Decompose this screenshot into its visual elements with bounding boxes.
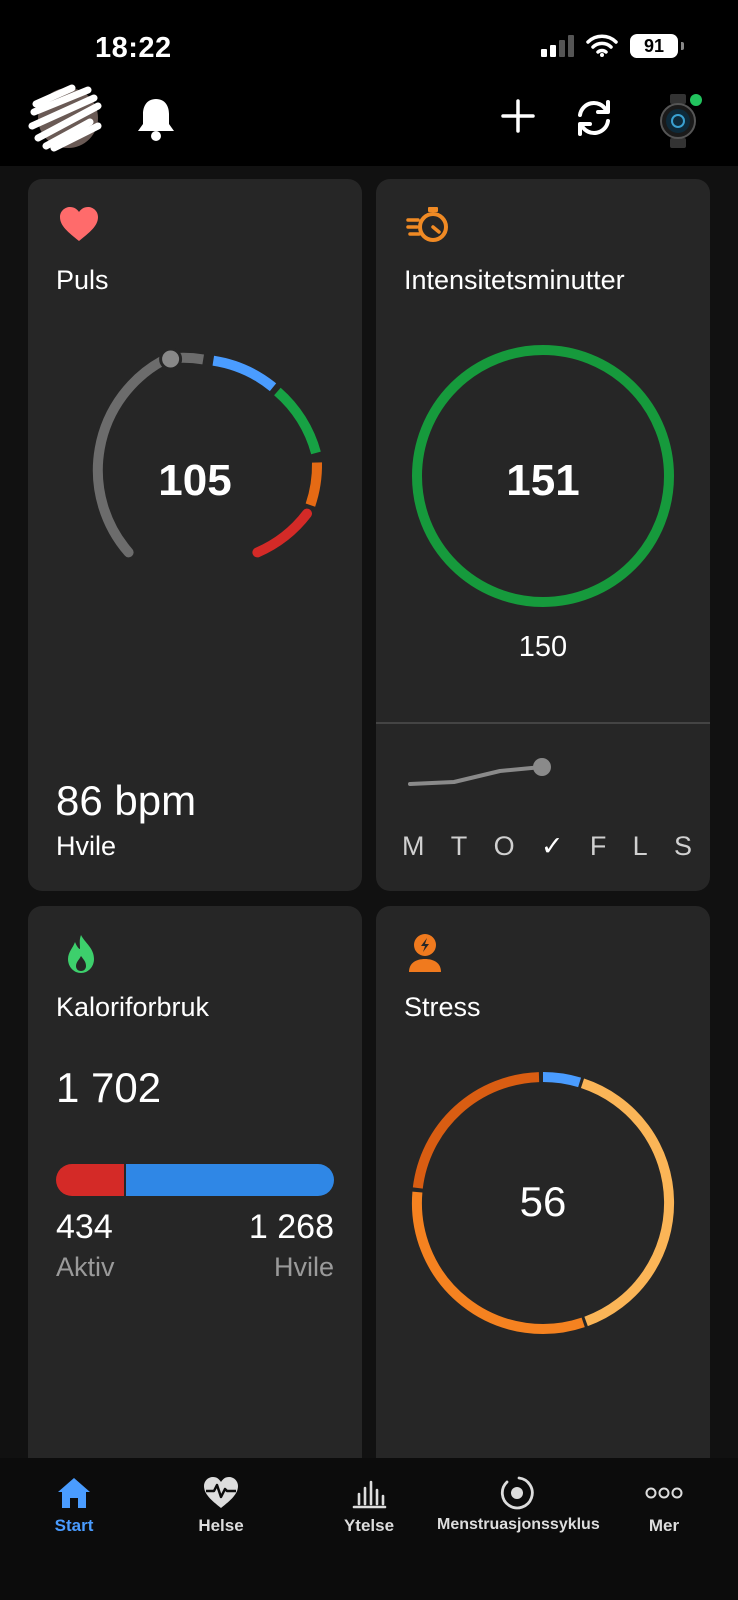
tab-label: Start	[54, 1516, 94, 1535]
pulse-card[interactable]: Puls 105 86 bpm Hvile	[28, 179, 362, 891]
intensity-title: Intensitetsminutter	[404, 265, 625, 295]
calories-rest-label: Hvile	[273, 1252, 334, 1282]
tab-mer[interactable]: Mer	[594, 1476, 734, 1536]
cycle-icon	[500, 1476, 534, 1510]
tab-label: Menstruasjonssyklus	[437, 1516, 600, 1533]
weekday-label: L	[632, 831, 648, 861]
tab-start[interactable]: Start	[4, 1476, 144, 1536]
stress-title: Stress	[404, 992, 481, 1022]
weekday-row: M T O ✓ F L S	[402, 831, 692, 862]
tab-label: Mer	[648, 1516, 680, 1535]
tab-ytelse[interactable]: Ytelse	[299, 1476, 439, 1536]
calories-active-value: 434	[56, 1208, 113, 1246]
heart-pulse-icon	[204, 1477, 238, 1508]
calories-title: Kaloriforbruk	[56, 992, 210, 1022]
stress-card[interactable]: Stress 56	[376, 906, 710, 1458]
calories-rest-segment	[126, 1164, 334, 1196]
calories-total: 1 702	[56, 1064, 162, 1111]
status-time: 18:22	[95, 32, 172, 64]
avatar[interactable]	[28, 82, 102, 154]
resting-pulse-value: 86 bpm	[56, 777, 197, 824]
more-icon	[645, 1487, 683, 1499]
tab-label: Helse	[198, 1516, 244, 1535]
cellular-signal-icon	[541, 35, 574, 57]
calories-active-label: Aktiv	[56, 1252, 115, 1282]
heart-icon	[60, 207, 98, 241]
weekday-label: S	[673, 831, 692, 861]
weekday-label: T	[450, 831, 468, 861]
bottom-tab-bar: Start Helse Ytelse Menstruasjonssyklus M…	[0, 1458, 738, 1600]
stress-person-icon	[409, 934, 441, 972]
sync-icon[interactable]	[572, 98, 616, 138]
weekday-label: M	[402, 831, 425, 861]
pulse-gauge-marker	[159, 347, 183, 371]
home-icon	[58, 1478, 90, 1508]
intensity-minutes-card[interactable]: Intensitetsminutter 151 150 M T O ✓ F L …	[376, 179, 710, 891]
weekly-trend-line	[408, 758, 551, 786]
flame-icon	[68, 935, 94, 973]
stress-value: 56	[519, 1178, 567, 1225]
pulse-title: Puls	[56, 265, 109, 295]
calories-rest-value: 1 268	[248, 1208, 334, 1246]
top-bar	[0, 80, 738, 166]
intensity-goal: 150	[518, 631, 568, 663]
bell-icon[interactable]	[136, 96, 176, 142]
tab-menstruasjonssyklus[interactable]: Menstruasjonssyklus	[437, 1476, 600, 1534]
intensity-divider	[376, 722, 710, 724]
calories-card[interactable]: Kaloriforbruk 1 702 434 Aktiv 1 268 Hvil…	[28, 906, 362, 1458]
intensity-stopwatch-icon	[406, 207, 448, 242]
weekday-check-icon: ✓	[540, 831, 564, 861]
resting-pulse-label: Hvile	[56, 831, 117, 861]
pulse-value: 105	[158, 456, 232, 505]
weekday-label: O	[493, 831, 515, 861]
status-bar: 18:22 91	[0, 0, 738, 80]
weekday-label: F	[589, 831, 607, 861]
wifi-icon	[586, 34, 618, 57]
tab-label: Ytelse	[343, 1516, 395, 1535]
calories-bar	[56, 1164, 334, 1196]
calories-active-segment	[56, 1164, 124, 1196]
device-connected-dot	[690, 94, 702, 106]
dashboard: Puls 105 86 bpm Hvile Intensitetsminutte…	[0, 166, 738, 1458]
bar-chart-icon	[352, 1480, 387, 1509]
add-icon[interactable]	[500, 98, 536, 134]
status-icons: 91	[541, 34, 684, 58]
intensity-value: 151	[506, 456, 580, 505]
tab-helse[interactable]: Helse	[151, 1476, 291, 1536]
battery-icon: 91	[630, 34, 684, 58]
